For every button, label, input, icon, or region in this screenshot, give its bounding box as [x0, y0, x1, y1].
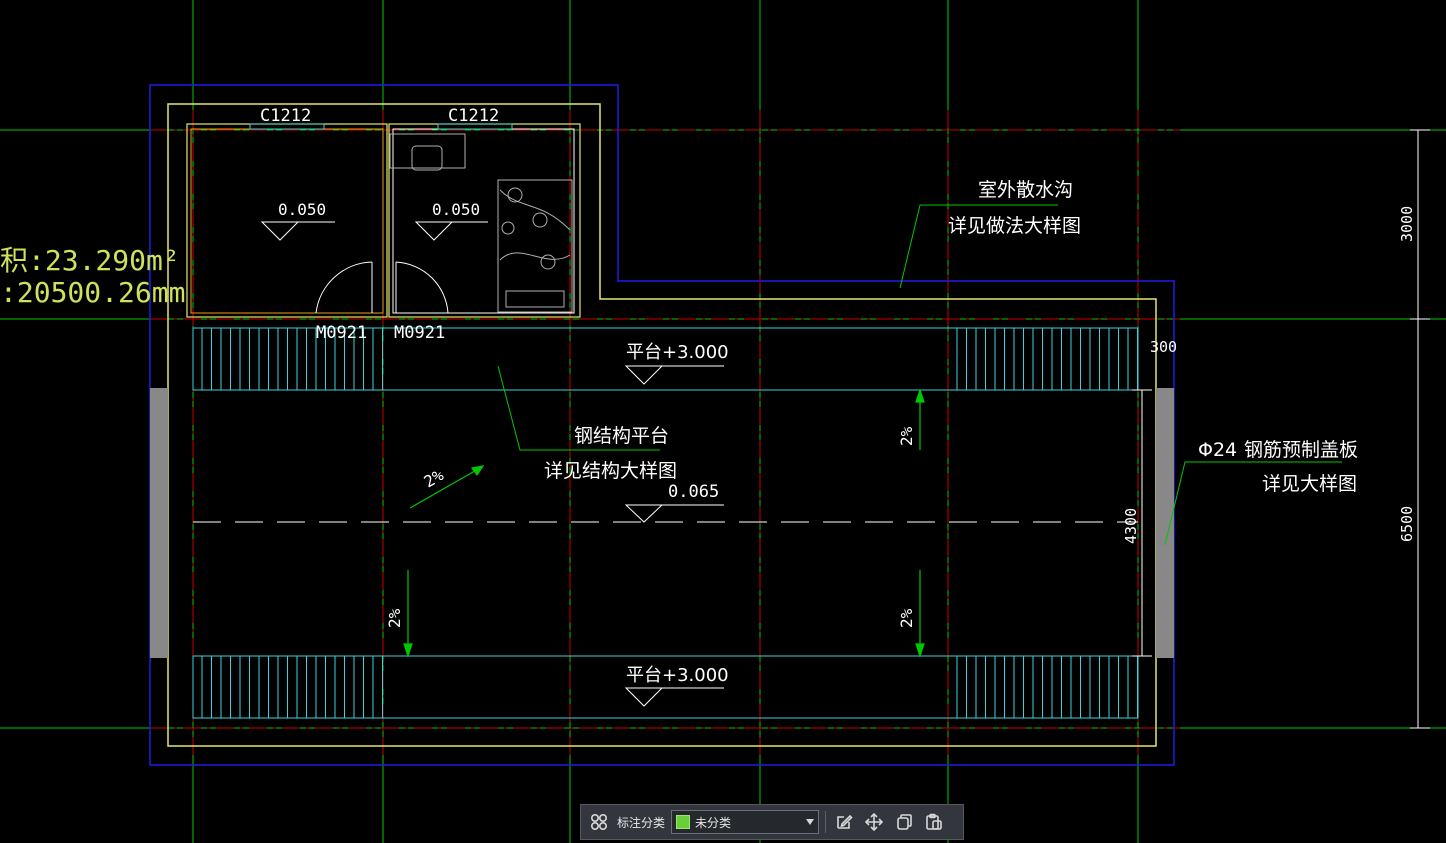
length-readout: :20500.26mm	[0, 276, 185, 309]
dim-4300-label: 4300	[1122, 508, 1140, 544]
door-label-2: M0921	[394, 323, 445, 343]
cover-callout-line2: 详见大样图	[1262, 473, 1357, 495]
ditch-callout-line1: 室外散水沟	[978, 179, 1073, 201]
platform-level-bottom: 平台+3.000	[626, 665, 729, 686]
toolbar-divider	[825, 811, 827, 833]
category-selected-value: 未分类	[695, 815, 732, 830]
door-label-1: M0921	[316, 323, 367, 343]
door-swings	[315, 261, 449, 314]
room-right	[388, 123, 581, 318]
grid-settings-icon[interactable]	[587, 810, 611, 834]
slope-label-1: 2%	[421, 465, 448, 491]
category-label: 标注分类	[617, 815, 666, 830]
dim-3000-label: 3000	[1398, 206, 1416, 242]
paste-icon[interactable]	[922, 810, 946, 834]
room-level-1: 0.050	[278, 200, 326, 219]
grid-lines	[0, 0, 1446, 843]
dim-300: 300	[1150, 338, 1177, 356]
steel-callout-line1: 钢结构平台	[574, 425, 669, 447]
slope-label-4: 2%	[897, 608, 916, 628]
cover-callout-prefix: Φ24	[1198, 439, 1237, 461]
leaders	[497, 204, 1342, 546]
cover-callout-line1: 钢筋预制盖板	[1244, 439, 1358, 461]
cad-drawing[interactable]: C1212 C1212 M0921 M0921 0.050 0.050 积:23…	[0, 0, 1446, 843]
slope-label-3: 2%	[385, 608, 404, 628]
room-left	[186, 123, 388, 318]
chevron-down-icon	[806, 819, 815, 825]
area-readout: 积:23.290m²	[0, 244, 180, 277]
category-select[interactable]: 未分类	[671, 810, 820, 834]
floor-level: 0.065	[668, 482, 719, 502]
copy-icon[interactable]	[892, 810, 916, 834]
window-label-1: C1212	[260, 106, 311, 126]
platform-level-top: 平台+3.000	[626, 342, 729, 363]
window-label-2: C1212	[448, 106, 499, 126]
dim-6500-label: 6500	[1398, 506, 1416, 542]
move-icon[interactable]	[862, 810, 886, 834]
edit-icon[interactable]	[832, 810, 856, 834]
room-level-2: 0.050	[432, 200, 480, 219]
annotation-toolbar: 标注分类 未分类	[580, 804, 964, 840]
ditch-callout-line2: 详见做法大样图	[948, 215, 1081, 237]
slope-label-2: 2%	[897, 426, 916, 446]
steel-callout-line2: 详见结构大样图	[544, 460, 677, 482]
category-color-swatch	[676, 815, 691, 829]
stair-hatch	[201, 328, 1138, 718]
